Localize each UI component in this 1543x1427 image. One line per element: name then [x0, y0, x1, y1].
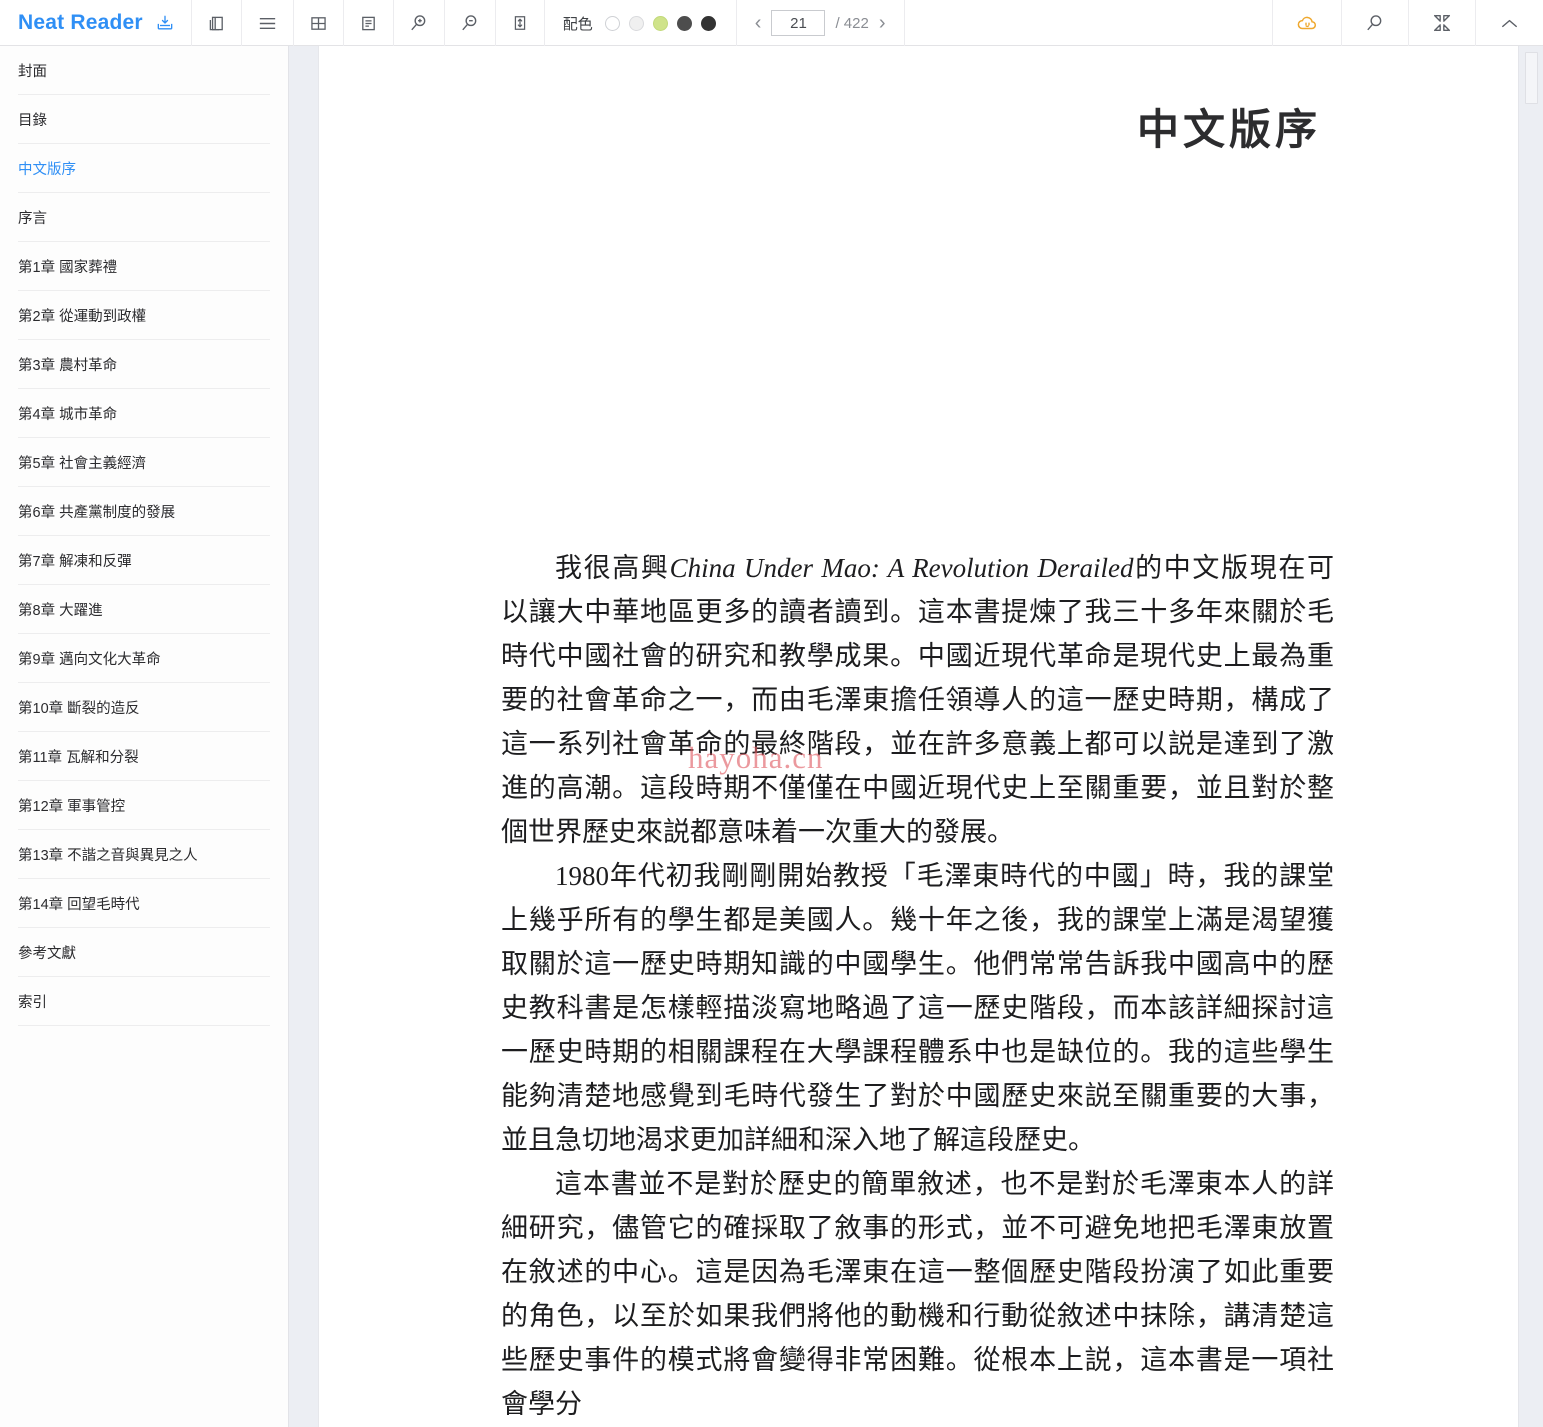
page-number-input[interactable] [771, 10, 826, 36]
next-page-button[interactable]: › [879, 13, 886, 33]
reader-page: 中文版序 我很高興China Under Mao: A Revolution D… [320, 46, 1518, 1427]
menu-icon[interactable] [242, 0, 294, 46]
sidebar-item-0[interactable]: 封面 [18, 46, 270, 95]
zoom-in-icon[interactable] [394, 0, 445, 46]
sidebar-item-7[interactable]: 第4章 城市革命 [18, 389, 270, 438]
swatch-black[interactable] [700, 15, 716, 31]
content-scrollbar-track[interactable] [1518, 46, 1543, 1427]
sidebar-item-8[interactable]: 第5章 社會主義經濟 [18, 438, 270, 487]
cloud-sync-icon[interactable] [1272, 0, 1341, 46]
sidebar-item-13[interactable]: 第10章 斷裂的造反 [18, 683, 270, 732]
grid-layout-icon[interactable] [294, 0, 344, 46]
sidebar-item-2[interactable]: 中文版序 [18, 144, 270, 193]
page-title: 中文版序 [1136, 108, 1321, 154]
sidebar-item-10[interactable]: 第7章 解凍和反彈 [18, 536, 270, 585]
zoom-out-icon[interactable] [445, 0, 496, 46]
copy-pages-icon[interactable] [192, 0, 242, 46]
swatch-white[interactable] [604, 15, 620, 31]
sidebar-item-9[interactable]: 第6章 共產黨制度的發展 [18, 487, 270, 536]
swatch-green[interactable] [652, 15, 668, 31]
sidebar-item-4[interactable]: 第1章 國家葬禮 [18, 242, 270, 291]
paragraph-1: 1980年代初我剛剛開始教授「毛澤東時代的中國」時，我的課堂上幾乎所有的學生都是… [501, 861, 1334, 1155]
content-scrollbar-thumb[interactable] [1525, 52, 1538, 104]
swatch-dark-gray[interactable] [676, 15, 692, 31]
page-body: 我很高興China Under Mao: A Revolution Derail… [501, 546, 1334, 1426]
sidebar-item-11[interactable]: 第8章 大躍進 [18, 585, 270, 634]
sidebar-item-18[interactable]: 參考文獻 [18, 928, 270, 977]
brand-group: Neat Reader [0, 0, 192, 46]
search-icon[interactable] [1341, 0, 1408, 46]
sidebar-item-5[interactable]: 第2章 從運動到政權 [18, 291, 270, 340]
paragraph-2: 這本書並不是對於歷史的簡單敘述，也不是對於毛澤東本人的詳細研究，儘管它的確採取了… [501, 1169, 1334, 1419]
sidebar-item-14[interactable]: 第11章 瓦解和分裂 [18, 732, 270, 781]
app-title: Neat Reader [18, 11, 143, 34]
download-icon[interactable] [155, 13, 175, 33]
toolbar-right-group [1272, 0, 1543, 46]
sidebar-item-12[interactable]: 第9章 邁向文化大革命 [18, 634, 270, 683]
color-scheme-group: 配色 [545, 0, 737, 46]
sidebar-item-1[interactable]: 目錄 [18, 95, 270, 144]
chevron-up-icon[interactable] [1475, 0, 1543, 46]
sidebar-item-3[interactable]: 序言 [18, 193, 270, 242]
sidebar-toc: 封面 目錄 中文版序 序言 第1章 國家葬禮 第2章 從運動到政權 第3章 農村… [0, 46, 288, 1427]
sidebar-item-17[interactable]: 第14章 回望毛時代 [18, 879, 270, 928]
paragraph-0: 我很高興China Under Mao: A Revolution Derail… [501, 553, 1335, 847]
color-scheme-label: 配色 [562, 15, 593, 33]
prev-page-button[interactable]: ‹ [755, 13, 762, 33]
sidebar-item-19[interactable]: 索引 [18, 977, 270, 1026]
contract-icon[interactable] [1408, 0, 1475, 46]
sidebar-item-15[interactable]: 第12章 軍事管控 [18, 781, 270, 830]
swatch-light-gray[interactable] [628, 15, 644, 31]
text-layout-icon[interactable] [344, 0, 394, 46]
sidebar-item-16[interactable]: 第13章 不諧之音與異見之人 [18, 830, 270, 879]
sidebar-scrollbar[interactable] [288, 46, 319, 1427]
page-total-label: / 422 [835, 14, 869, 32]
pager-group: ‹ / 422 › [737, 0, 905, 46]
toolbar: Neat Reader 配色 ‹ 21 / 422 › [0, 0, 1543, 46]
sidebar-item-6[interactable]: 第3章 農村革命 [18, 340, 270, 389]
line-height-icon[interactable] [496, 0, 545, 46]
